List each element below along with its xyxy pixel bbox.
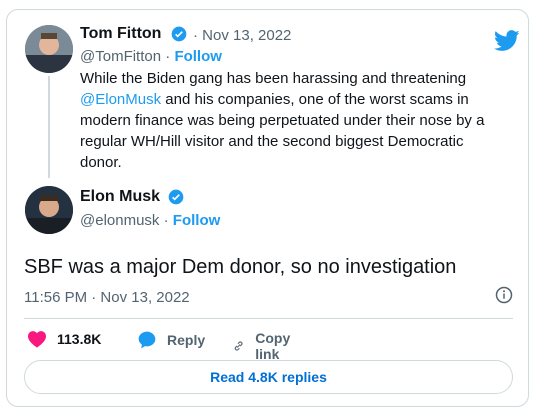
author-handle[interactable]: @elonmusk: [80, 212, 159, 229]
follow-button[interactable]: Follow: [173, 212, 221, 229]
twitter-bird-icon[interactable]: [494, 30, 520, 52]
thread-connector: [48, 76, 50, 178]
like-count: 113.8K: [57, 331, 102, 347]
tweet-card: Tom Fitton · Nov 13, 2022 @TomFitton · F…: [6, 9, 529, 407]
link-icon: [234, 341, 243, 351]
author-name[interactable]: Tom Fitton: [80, 25, 161, 43]
reply-bubble-icon: [138, 331, 156, 349]
avatar-elon-musk[interactable]: [25, 186, 73, 234]
reply-button[interactable]: Reply: [137, 330, 205, 350]
author-handle[interactable]: @TomFitton: [80, 48, 161, 65]
avatar-tom-fitton[interactable]: [25, 25, 73, 73]
tweet-main-text: SBF was a major Dem donor, so no investi…: [24, 256, 457, 278]
tweet-text: While the Biden gang has been harassing …: [80, 70, 485, 171]
copy-link-label: Copy link: [255, 330, 291, 362]
follow-button[interactable]: Follow: [174, 48, 222, 65]
copy-link-button[interactable]: Copy link: [232, 330, 297, 362]
read-replies-button[interactable]: Read 4.8K replies: [24, 360, 513, 394]
verified-badge-icon: [168, 189, 184, 205]
heart-icon: [28, 331, 46, 348]
reply-label: Reply: [167, 332, 206, 348]
tweet-timestamp[interactable]: 11:56 PM · Nov 13, 2022: [24, 289, 190, 306]
divider: [24, 318, 513, 319]
verified-badge-icon: [171, 26, 187, 42]
mention-link[interactable]: @ElonMusk: [80, 91, 161, 108]
author-name[interactable]: Elon Musk: [80, 188, 160, 206]
like-button[interactable]: 113.8K: [27, 330, 101, 348]
tweet-date[interactable]: Nov 13, 2022: [202, 27, 291, 44]
info-icon[interactable]: [495, 286, 513, 304]
